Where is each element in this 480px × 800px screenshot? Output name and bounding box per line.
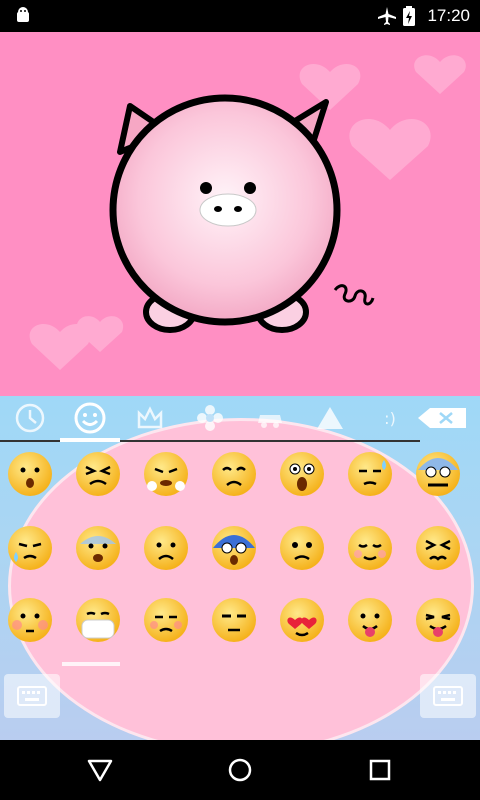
emoji-key[interactable]	[414, 524, 462, 572]
emoji-key[interactable]	[278, 596, 326, 644]
keyboard-icon	[17, 686, 47, 706]
emoji-key[interactable]	[210, 596, 258, 644]
emoji-key[interactable]	[346, 596, 394, 644]
wallpaper	[0, 32, 480, 396]
emoji-category-tabs: :)	[0, 396, 480, 440]
home-button[interactable]	[220, 754, 260, 786]
car-icon	[258, 415, 282, 428]
tab-recent[interactable]	[0, 396, 60, 440]
emoji-key[interactable]	[6, 524, 54, 572]
emoji-key[interactable]	[6, 450, 54, 498]
emoji-key[interactable]	[142, 524, 190, 572]
emoji-key[interactable]	[210, 450, 258, 498]
keyboard-switch-button-right[interactable]	[420, 674, 476, 718]
page-scroll-indicator	[62, 662, 120, 666]
emoji-keyboard: :)	[0, 396, 480, 740]
pig-illustration	[29, 55, 466, 370]
battery-charging-icon	[402, 5, 416, 31]
clock-icon	[15, 403, 45, 433]
smile-text-icon: :)	[384, 408, 396, 428]
tab-flower[interactable]	[180, 396, 240, 440]
emoji-key[interactable]	[346, 450, 394, 498]
tab-smiley[interactable]	[60, 396, 120, 440]
recents-icon	[369, 759, 391, 781]
triangle-icon	[317, 407, 343, 429]
tab-triangle[interactable]	[300, 396, 360, 440]
tab-symbols[interactable]: :)	[360, 396, 420, 440]
home-icon	[228, 758, 252, 782]
navigation-bar	[0, 740, 480, 800]
keyboard-icon	[433, 686, 463, 706]
smiley-icon	[74, 402, 106, 434]
emoji-key[interactable]	[414, 596, 462, 644]
backspace-button[interactable]	[414, 404, 470, 432]
android-icon	[12, 5, 34, 31]
emoji-key[interactable]	[278, 524, 326, 572]
airplane-mode-icon	[376, 5, 398, 31]
back-button[interactable]	[80, 754, 120, 786]
emoji-key[interactable]	[346, 524, 394, 572]
status-bar: 17:20	[0, 0, 480, 32]
emoji-key[interactable]	[414, 450, 462, 498]
tab-crown[interactable]	[120, 396, 180, 440]
tab-car[interactable]	[240, 396, 300, 440]
emoji-key[interactable]	[278, 450, 326, 498]
backspace-icon	[418, 408, 466, 428]
emoji-key[interactable]	[6, 596, 54, 644]
emoji-key[interactable]	[74, 450, 122, 498]
status-time: 17:20	[427, 6, 470, 25]
keyboard-switch-button-left[interactable]	[4, 674, 60, 718]
active-tab-indicator	[60, 438, 120, 442]
emoji-key[interactable]	[210, 524, 258, 572]
emoji-key[interactable]	[142, 596, 190, 644]
flower-icon	[197, 405, 223, 431]
back-icon	[87, 759, 113, 782]
recents-button[interactable]	[360, 754, 400, 786]
emoji-key[interactable]	[74, 596, 122, 644]
emoji-key[interactable]	[74, 524, 122, 572]
emoji-key[interactable]	[142, 450, 190, 498]
crown-icon	[137, 406, 163, 429]
